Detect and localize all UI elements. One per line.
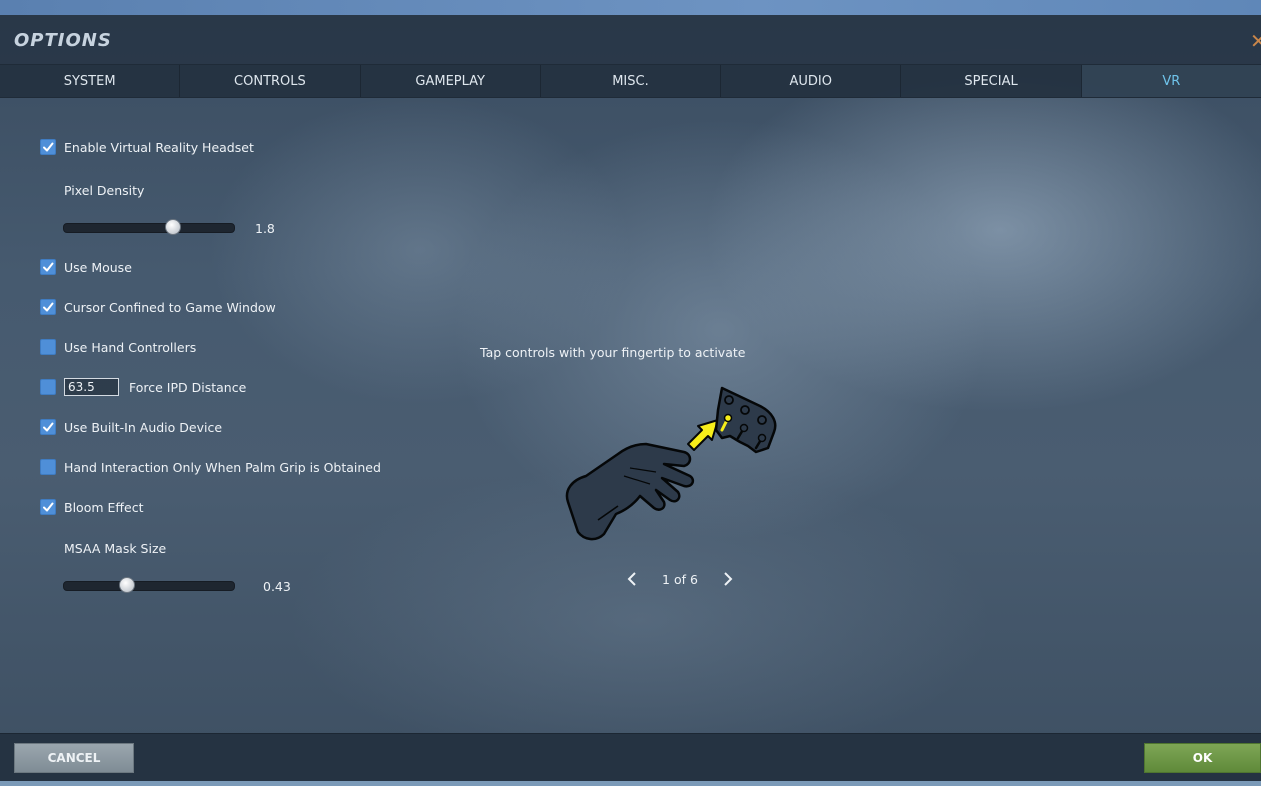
cancel-button[interactable]: CANCEL xyxy=(14,743,134,773)
builtin-audio-checkbox[interactable] xyxy=(40,419,56,435)
chevron-right-icon xyxy=(724,572,733,586)
option-bloom: Bloom Effect xyxy=(40,499,143,515)
background-sky-bottom xyxy=(0,781,1261,786)
tutorial-hint: Tap controls with your fingertip to acti… xyxy=(480,345,746,360)
hand-controllers-checkbox[interactable] xyxy=(40,339,56,355)
pager-prev-button[interactable] xyxy=(622,568,642,590)
tab-special[interactable]: SPECIAL xyxy=(901,65,1082,97)
footer-bar: CANCEL OK xyxy=(0,733,1261,782)
pixel-density-label: Pixel Density xyxy=(64,183,145,198)
msaa-mask-label: MSAA Mask Size xyxy=(64,541,167,556)
palm-grip-checkbox[interactable] xyxy=(40,459,56,475)
use-mouse-label: Use Mouse xyxy=(64,259,132,275)
option-hand-controllers: Use Hand Controllers xyxy=(40,339,196,355)
enable-vr-label: Enable Virtual Reality Headset xyxy=(64,139,254,155)
pixel-density-slider[interactable] xyxy=(63,219,235,235)
checkmark-icon xyxy=(43,302,54,312)
control-panel-icon xyxy=(714,386,777,454)
option-palm-grip: Hand Interaction Only When Palm Grip is … xyxy=(40,459,381,475)
pager-text: 1 of 6 xyxy=(662,572,698,587)
cursor-confined-label: Cursor Confined to Game Window xyxy=(64,299,276,315)
builtin-audio-label: Use Built-In Audio Device xyxy=(64,419,223,435)
option-use-mouse: Use Mouse xyxy=(40,259,132,275)
checkmark-icon xyxy=(43,262,54,272)
arrow-icon xyxy=(687,419,719,451)
ipd-distance-input[interactable] xyxy=(64,378,119,396)
window-title: OPTIONS xyxy=(14,30,112,51)
msaa-mask-value: 0.43 xyxy=(263,579,291,594)
hand-controllers-label: Use Hand Controllers xyxy=(64,339,197,355)
tab-gameplay[interactable]: GAMEPLAY xyxy=(361,65,541,97)
ok-button[interactable]: OK xyxy=(1144,743,1261,773)
pixel-density-slider-handle[interactable] xyxy=(165,219,181,235)
close-icon[interactable]: ✕ xyxy=(1250,29,1261,53)
msaa-mask-slider[interactable] xyxy=(63,577,235,593)
bloom-checkbox[interactable] xyxy=(40,499,56,515)
option-enable-vr: Enable Virtual Reality Headset xyxy=(40,139,254,155)
glove-icon xyxy=(565,442,695,541)
tab-misc[interactable]: MISC. xyxy=(541,65,722,97)
chevron-left-icon xyxy=(627,572,636,586)
force-ipd-label: Force IPD Distance xyxy=(129,379,247,395)
force-ipd-checkbox[interactable] xyxy=(40,379,56,395)
tutorial-pager: 1 of 6 xyxy=(620,568,740,590)
pixel-density-value: 1.8 xyxy=(255,221,275,236)
tutorial-illustration xyxy=(565,386,777,541)
bloom-label: Bloom Effect xyxy=(64,499,144,515)
checkmark-icon xyxy=(43,422,54,432)
checkmark-icon xyxy=(43,502,54,512)
use-mouse-checkbox[interactable] xyxy=(40,259,56,275)
tab-controls[interactable]: CONTROLS xyxy=(180,65,361,97)
cursor-confined-checkbox[interactable] xyxy=(40,299,56,315)
palm-grip-label: Hand Interaction Only When Palm Grip is … xyxy=(64,459,381,475)
checkmark-icon xyxy=(43,142,54,152)
msaa-mask-slider-handle[interactable] xyxy=(119,577,135,593)
option-builtin-audio: Use Built-In Audio Device xyxy=(40,419,222,435)
options-screen: OPTIONS ✕ SYSTEM CONTROLS GAMEPLAY MISC.… xyxy=(0,0,1261,786)
enable-vr-checkbox[interactable] xyxy=(40,139,56,155)
tab-vr[interactable]: VR xyxy=(1081,65,1261,97)
tab-audio[interactable]: AUDIO xyxy=(721,65,902,97)
option-force-ipd: Force IPD Distance xyxy=(40,378,246,396)
tab-bar: SYSTEM CONTROLS GAMEPLAY MISC. AUDIO SPE… xyxy=(0,64,1261,98)
tab-system[interactable]: SYSTEM xyxy=(0,65,181,97)
background-sky-top xyxy=(0,0,1261,15)
option-cursor-confined: Cursor Confined to Game Window xyxy=(40,299,276,315)
pager-next-button[interactable] xyxy=(718,568,738,590)
title-bar: OPTIONS ✕ xyxy=(0,15,1261,64)
